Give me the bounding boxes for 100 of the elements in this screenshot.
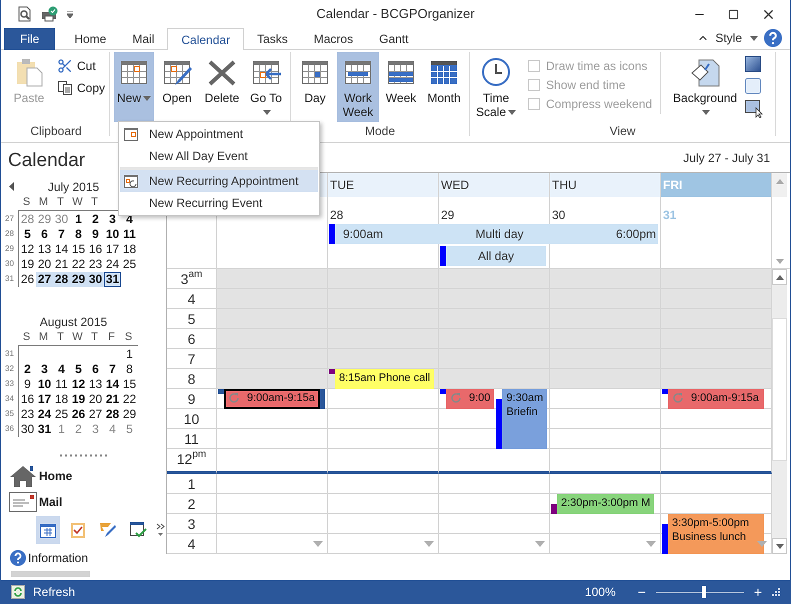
- calendar-day[interactable]: 14: [53, 242, 70, 257]
- printer-check-icon[interactable]: [41, 6, 59, 22]
- month-button[interactable]: Month: [423, 52, 466, 122]
- calendar-day[interactable]: 5: [70, 362, 87, 377]
- previous-month-icon[interactable]: [9, 182, 14, 191]
- calendar-day[interactable]: 28: [104, 407, 121, 422]
- calendar-day[interactable]: 30: [53, 212, 70, 227]
- information-item[interactable]: Information: [1, 547, 166, 569]
- calendar-day[interactable]: 8: [70, 227, 87, 242]
- scrollbar[interactable]: [772, 269, 787, 554]
- calendar-day[interactable]: 19: [19, 257, 36, 272]
- ribbon-tab[interactable]: Home: [61, 28, 120, 50]
- calendar-day[interactable]: 9: [19, 377, 36, 392]
- resize-grip-icon[interactable]: [772, 588, 780, 596]
- calendar-day[interactable]: 24: [36, 407, 53, 422]
- calendar-day[interactable]: 1: [121, 347, 138, 362]
- help-icon[interactable]: [764, 29, 782, 47]
- calendar-day[interactable]: 13: [36, 242, 53, 257]
- calendar-day[interactable]: 24: [104, 257, 121, 272]
- square-cursor-icon[interactable]: [745, 100, 764, 118]
- calendar-day[interactable]: 28: [53, 272, 70, 287]
- calendar-day[interactable]: 16: [87, 242, 104, 257]
- overflow-chevron-icon[interactable]: [156, 523, 165, 537]
- square-icon[interactable]: [745, 78, 762, 94]
- background-button[interactable]: Background: [669, 52, 742, 122]
- calendar-day[interactable]: 9: [87, 227, 104, 242]
- calendar-day[interactable]: 18: [121, 242, 138, 257]
- calendar-day[interactable]: 21: [53, 257, 70, 272]
- calendar-day[interactable]: 3: [36, 362, 53, 377]
- calendar-day[interactable]: 2: [70, 422, 87, 437]
- calendar-day[interactable]: 5: [121, 422, 138, 437]
- calendar-day[interactable]: 12: [19, 242, 36, 257]
- more-items-icon[interactable]: [646, 541, 656, 547]
- calendar-day[interactable]: 7: [53, 227, 70, 242]
- calendar-day[interactable]: 26: [19, 272, 36, 287]
- day-button[interactable]: Day: [295, 52, 336, 122]
- file-button[interactable]: File: [4, 28, 56, 50]
- day-header[interactable]: WED: [439, 173, 550, 197]
- time-slot[interactable]: [328, 449, 439, 474]
- time-slot[interactable]: [661, 449, 772, 474]
- more-items-icon[interactable]: [535, 541, 545, 547]
- zoom-in-button[interactable]: +: [754, 582, 762, 602]
- calendar-day[interactable]: 29: [70, 272, 87, 287]
- nav-item[interactable]: Mail: [1, 489, 166, 515]
- calendar-day[interactable]: 29: [121, 407, 138, 422]
- ribbon-tab[interactable]: Macros: [300, 28, 366, 50]
- scroll-thumb[interactable]: [772, 318, 787, 461]
- customize-icon[interactable]: [67, 10, 73, 18]
- grip-icon[interactable]: [60, 454, 108, 457]
- day-header[interactable]: THU: [550, 173, 661, 197]
- calendar-day[interactable]: 18: [53, 392, 70, 407]
- appointment[interactable]: 9:30am Briefin: [502, 389, 548, 449]
- calendar-day[interactable]: 15: [121, 377, 138, 392]
- copy-button[interactable]: Copy: [57, 79, 106, 97]
- go-to-button[interactable]: Go To: [246, 52, 286, 122]
- shortcut-button[interactable]: [36, 516, 60, 544]
- calendar-day[interactable]: 31: [36, 422, 53, 437]
- print-preview-icon[interactable]: [17, 6, 33, 22]
- calendar-day[interactable]: 25: [53, 407, 70, 422]
- calendar-day[interactable]: 29: [36, 212, 53, 227]
- calendar-day[interactable]: 22: [70, 257, 87, 272]
- menu-item[interactable]: New Recurring Event: [120, 192, 318, 214]
- ribbon-tab[interactable]: Tasks: [244, 28, 301, 50]
- style-menu[interactable]: Style: [715, 29, 758, 47]
- refresh-button[interactable]: Refresh: [11, 583, 76, 601]
- calendar-day[interactable]: 4: [104, 422, 121, 437]
- calendar-day[interactable]: 10: [104, 227, 121, 242]
- calendar-day[interactable]: 28: [19, 212, 36, 227]
- maximize-icon[interactable]: [728, 8, 739, 20]
- delete-button[interactable]: Delete: [200, 52, 244, 122]
- time-scale-button[interactable]: Time Scale: [474, 52, 518, 122]
- calendar-day[interactable]: 27: [36, 272, 53, 287]
- calendar-day[interactable]: 6: [36, 227, 53, 242]
- more-items-icon[interactable]: [313, 541, 323, 547]
- day-header[interactable]: TUE: [328, 173, 439, 197]
- calendar-day[interactable]: 12: [70, 377, 87, 392]
- calendar-day[interactable]: 15: [70, 242, 87, 257]
- calendar-day[interactable]: 17: [36, 392, 53, 407]
- time-slot[interactable]: 9:00 9:30am Briefin: [439, 389, 550, 449]
- time-slot[interactable]: [550, 449, 661, 474]
- calendar-day[interactable]: 2: [87, 212, 104, 227]
- zoom-slider[interactable]: [656, 586, 744, 598]
- calendar-day[interactable]: 6: [87, 362, 104, 377]
- calendar-day[interactable]: 30: [19, 422, 36, 437]
- all-day-event[interactable]: All day: [440, 246, 546, 266]
- scroll-up-icon[interactable]: [776, 274, 784, 280]
- cut-button[interactable]: Cut: [57, 57, 106, 75]
- calendar-day[interactable]: 3: [87, 422, 104, 437]
- scroll-down-icon[interactable]: [776, 544, 784, 548]
- calendar-day[interactable]: 26: [70, 407, 87, 422]
- calendar-day[interactable]: 20: [87, 392, 104, 407]
- calendar-day[interactable]: 2: [19, 362, 36, 377]
- calendar-day[interactable]: 22: [121, 392, 138, 407]
- calendar-day[interactable]: 21: [104, 392, 121, 407]
- nav-item[interactable]: Home: [1, 463, 166, 489]
- new-button[interactable]: New: [114, 52, 154, 122]
- time-slot[interactable]: [439, 449, 550, 474]
- ribbon-tab[interactable]: Mail: [119, 28, 168, 50]
- calendar-day[interactable]: 27: [87, 407, 104, 422]
- calendar-day[interactable]: 30: [87, 272, 104, 287]
